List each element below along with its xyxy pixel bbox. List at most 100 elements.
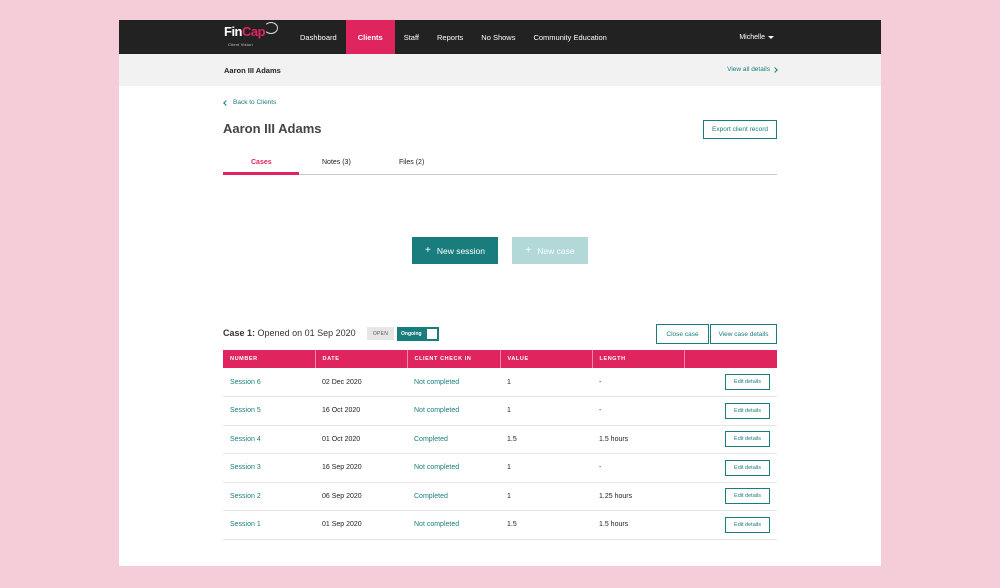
session-date: 16 Oct 2020 xyxy=(315,396,407,426)
edit-details-button[interactable]: Edit details xyxy=(725,374,770,390)
row-actions: Edit details xyxy=(684,453,777,483)
nav-no-shows[interactable]: No Shows xyxy=(472,20,524,54)
edit-details-button[interactable]: Edit details xyxy=(725,402,770,419)
active-tab-indicator xyxy=(223,172,299,175)
col-header-length[interactable]: LENGTH xyxy=(592,350,685,368)
checkin-status[interactable]: Not completed xyxy=(407,510,500,540)
checkin-status[interactable]: Completed xyxy=(407,482,500,511)
nav-community-education[interactable]: Community Education xyxy=(524,20,615,54)
session-link[interactable]: Session 2 xyxy=(223,482,315,511)
plus-icon: + xyxy=(525,245,532,256)
session-value: 1.5 xyxy=(500,510,592,540)
table-row: Session 1 01 Sep 2020 Not completed 1.5 … xyxy=(223,510,777,540)
plus-icon: + xyxy=(424,245,431,256)
table-row: Session 5 16 Oct 2020 Not completed 1 - … xyxy=(223,396,777,426)
case-opened-text: Opened on 01 Sep 2020 xyxy=(257,328,356,338)
table-row: Session 6 02 Dec 2020 Not completed 1 - … xyxy=(223,368,777,397)
toggle-knob xyxy=(427,329,437,339)
view-all-details-link[interactable]: View all details xyxy=(727,66,778,73)
session-length: 1.25 hours xyxy=(592,482,684,511)
checkin-status[interactable]: Completed xyxy=(407,425,500,454)
session-date: 16 Sep 2020 xyxy=(315,453,407,483)
edit-details-button[interactable]: Edit details xyxy=(725,516,770,533)
new-session-button[interactable]: + New session xyxy=(412,237,498,264)
nav-clients[interactable]: Clients xyxy=(345,20,395,54)
session-link[interactable]: Session 5 xyxy=(223,396,315,426)
logo-cap: Cap xyxy=(242,24,266,39)
session-link[interactable]: Session 3 xyxy=(223,453,315,483)
top-navbar: FinCap Client Vision Dashboard Clients S… xyxy=(119,20,881,54)
page-title: Aaron III Adams xyxy=(223,121,322,136)
session-length: 1.5 hours xyxy=(592,510,684,540)
logo-fin: Fin xyxy=(224,24,243,39)
row-actions: Edit details xyxy=(684,368,777,397)
new-session-label: New session xyxy=(436,245,486,256)
main-nav: Dashboard Clients Staff Reports No Shows… xyxy=(291,20,616,54)
tab-files[interactable]: Files (2) xyxy=(399,159,424,166)
session-length: - xyxy=(592,368,684,397)
tab-notes[interactable]: Notes (3) xyxy=(322,159,351,166)
close-case-button[interactable]: Close case xyxy=(656,324,709,344)
row-actions: Edit details xyxy=(684,396,777,426)
session-value: 1 xyxy=(500,368,592,397)
tab-bar: Cases Notes (3) Files (2) xyxy=(223,153,777,175)
user-name: Michelle xyxy=(739,33,765,41)
checkin-status[interactable]: Not completed xyxy=(407,396,500,426)
fincap-logo[interactable]: FinCap Client Vision xyxy=(224,22,284,50)
edit-details-button[interactable]: Edit details xyxy=(725,431,770,448)
session-value: 1 xyxy=(500,453,592,483)
case-number: Case 1: xyxy=(223,328,256,338)
status-badge: OPEN xyxy=(367,327,394,340)
session-link[interactable]: Session 6 xyxy=(223,368,315,397)
session-value: 1 xyxy=(500,482,592,511)
col-header-actions xyxy=(684,350,777,368)
session-date: 01 Oct 2020 xyxy=(315,425,407,454)
session-date: 01 Sep 2020 xyxy=(315,510,407,540)
table-row: Session 3 16 Sep 2020 Not completed 1 - … xyxy=(223,453,777,483)
ongoing-toggle[interactable]: Ongoing xyxy=(397,327,439,341)
subbar-client-name: Aaron III Adams xyxy=(224,66,281,75)
session-link[interactable]: Session 4 xyxy=(223,425,315,454)
edit-details-button[interactable]: Edit details xyxy=(725,488,770,505)
session-length: 1.5 hours xyxy=(592,425,684,454)
nav-reports[interactable]: Reports xyxy=(428,20,472,54)
session-link[interactable]: Session 1 xyxy=(223,510,315,540)
session-value: 1 xyxy=(500,396,592,426)
logo-swirl-icon xyxy=(264,22,278,34)
sessions-table: NUMBER DATE CLIENT CHECK IN VALUE LENGTH… xyxy=(223,350,777,540)
user-menu[interactable]: Michelle xyxy=(739,20,774,54)
session-date: 06 Sep 2020 xyxy=(315,482,407,511)
toggle-label: Ongoing xyxy=(401,331,422,337)
session-length: - xyxy=(592,396,684,426)
view-all-label: View all details xyxy=(727,66,770,73)
export-client-record-button[interactable]: Export client record xyxy=(703,120,777,139)
table-row: Session 4 01 Oct 2020 Completed 1.5 1.5 … xyxy=(223,425,777,454)
tab-cases[interactable]: Cases xyxy=(251,159,272,166)
view-case-details-button[interactable]: View case details xyxy=(710,324,777,344)
client-subbar: Aaron III Adams View all details xyxy=(119,54,881,86)
back-to-clients-link[interactable]: Back to Clients xyxy=(223,99,277,106)
new-case-label: New case xyxy=(537,245,575,256)
col-header-number[interactable]: NUMBER xyxy=(223,350,316,368)
nav-staff[interactable]: Staff xyxy=(395,20,428,54)
session-value: 1.5 xyxy=(500,425,592,454)
session-length: - xyxy=(592,453,684,483)
row-actions: Edit details xyxy=(684,510,777,540)
caret-down-icon xyxy=(768,35,774,39)
row-actions: Edit details xyxy=(684,425,777,454)
nav-dashboard[interactable]: Dashboard xyxy=(291,20,346,54)
table-row: Session 2 06 Sep 2020 Completed 1 1.25 h… xyxy=(223,482,777,511)
checkin-status[interactable]: Not completed xyxy=(407,368,500,397)
chevron-left-icon xyxy=(223,99,229,106)
table-header-row: NUMBER DATE CLIENT CHECK IN VALUE LENGTH xyxy=(223,350,777,368)
row-actions: Edit details xyxy=(684,482,777,511)
col-header-client-check-in[interactable]: CLIENT CHECK IN xyxy=(407,350,501,368)
back-label: Back to Clients xyxy=(233,99,277,106)
edit-details-button[interactable]: Edit details xyxy=(725,459,770,476)
checkin-status[interactable]: Not completed xyxy=(407,453,500,483)
session-date: 02 Dec 2020 xyxy=(315,368,407,397)
app-window: FinCap Client Vision Dashboard Clients S… xyxy=(119,20,881,566)
new-case-button[interactable]: + New case xyxy=(512,237,588,264)
col-header-value[interactable]: VALUE xyxy=(500,350,593,368)
col-header-date[interactable]: DATE xyxy=(315,350,408,368)
